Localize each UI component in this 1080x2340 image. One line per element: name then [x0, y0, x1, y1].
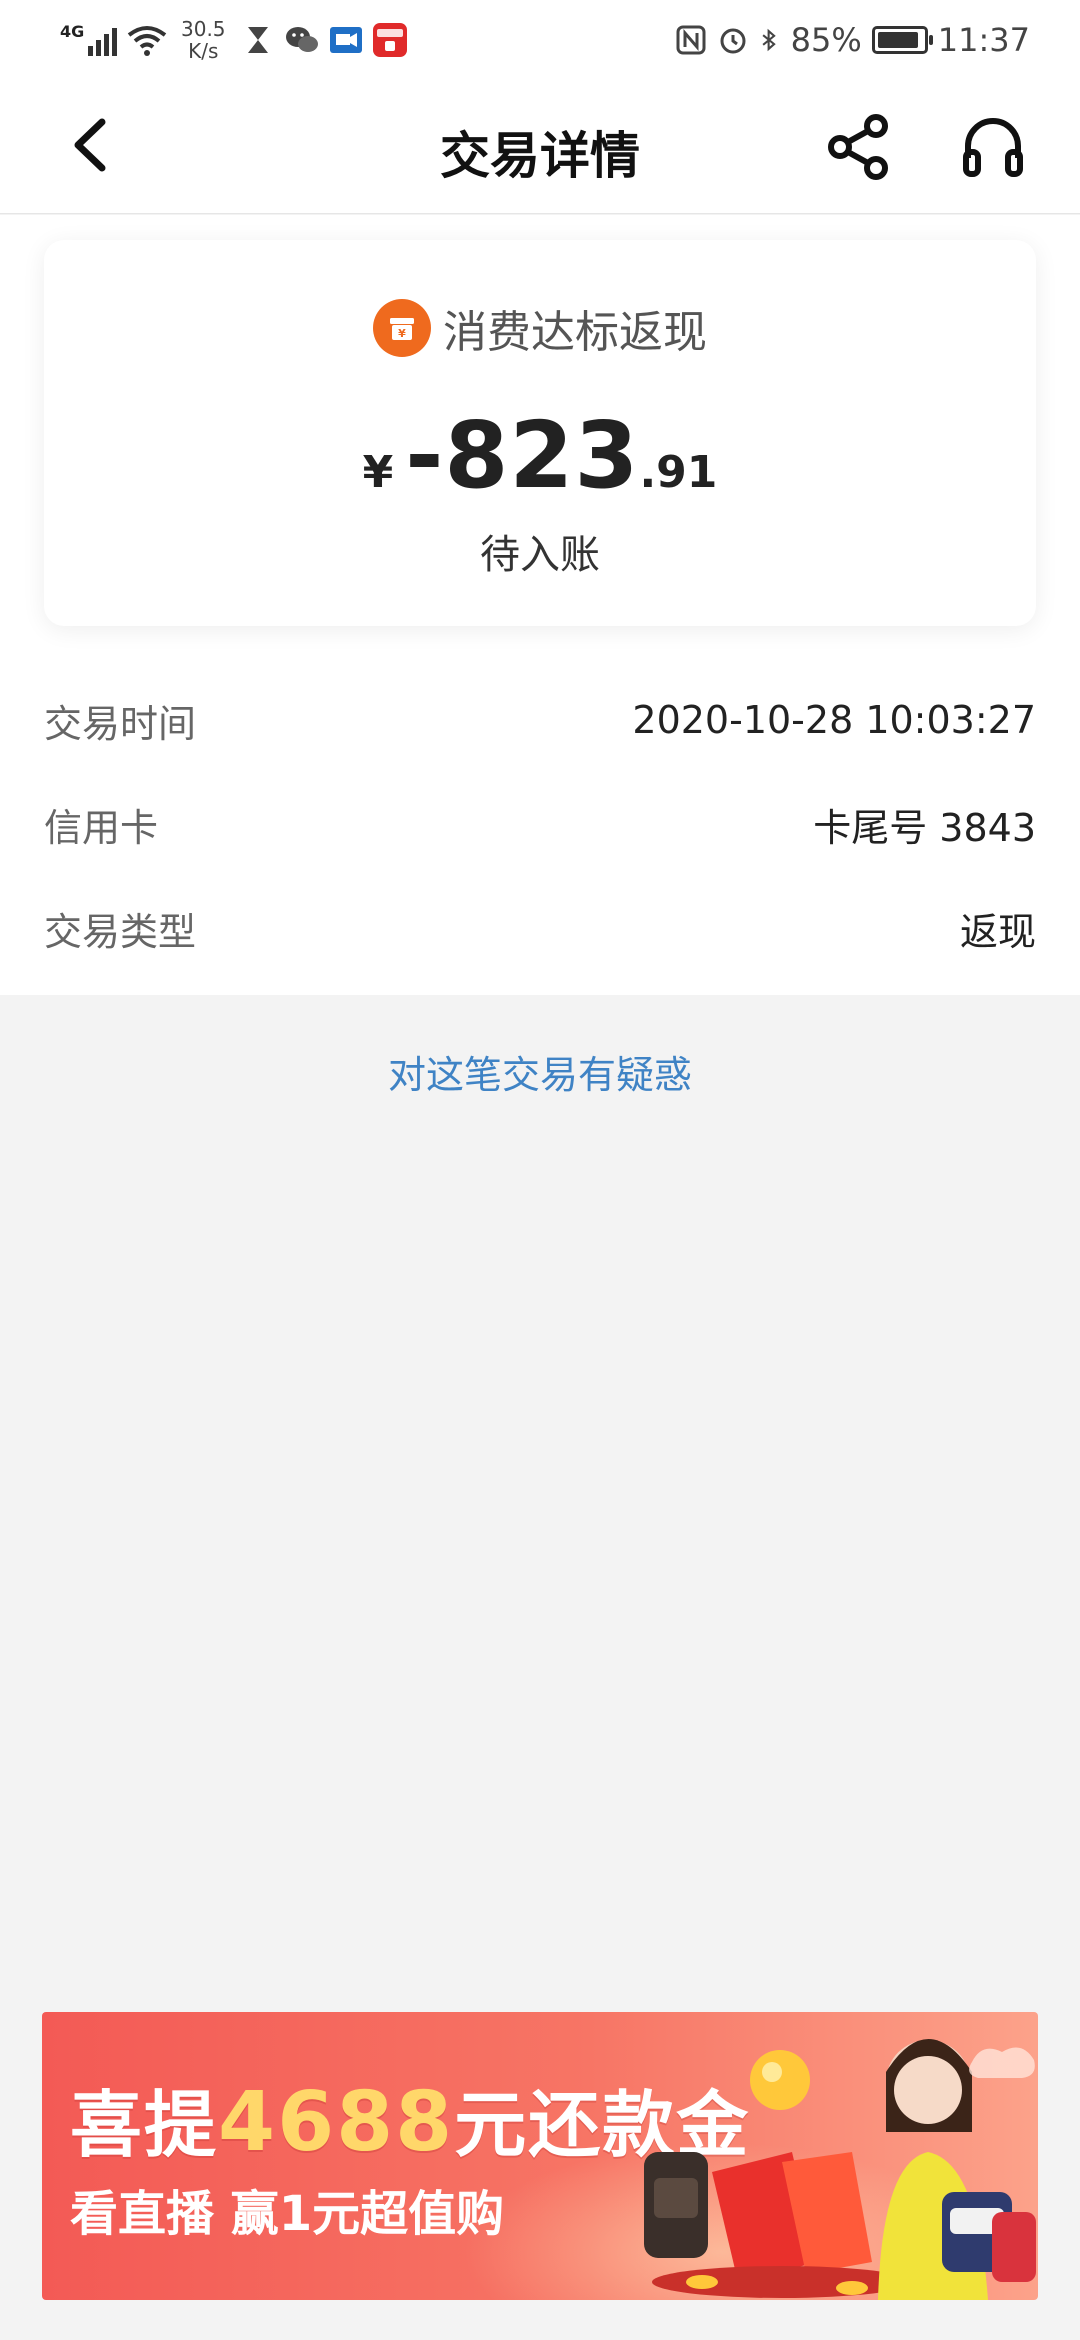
- detail-label: 交易类型: [44, 909, 197, 954]
- nfc-icon: [676, 25, 706, 55]
- battery-percent: 85%: [790, 21, 862, 59]
- network-speed: 30.5 K/s: [177, 18, 229, 62]
- signal-icon: [88, 24, 118, 56]
- transaction-status: 待入账: [480, 532, 600, 578]
- amount-decimal: .91: [639, 447, 718, 498]
- status-left: 4G 30.5 K/s: [60, 18, 417, 62]
- detail-value: 返现: [959, 909, 1036, 954]
- transaction-category: 消费达标返现: [443, 307, 707, 358]
- banner-title-prefix: 喜提: [70, 2083, 219, 2167]
- clock: 11:37: [937, 21, 1030, 59]
- currency-symbol: ¥: [362, 447, 394, 498]
- detail-label: 信用卡: [44, 805, 159, 850]
- banner-title-number: 4688: [218, 2075, 455, 2170]
- detail-row-card: 信用卡 卡尾号 3843: [44, 794, 1036, 854]
- detail-value: 卡尾号 3843: [813, 805, 1036, 850]
- bluetooth-icon: [762, 28, 776, 52]
- speed-value: 30.5: [181, 17, 226, 41]
- detail-value: 2020-10-28 10:03:27: [632, 698, 1036, 742]
- status-right: 85% 11:37: [675, 18, 1030, 62]
- banner-illustration: [644, 2039, 1036, 2300]
- detail-label: 交易时间: [44, 701, 197, 746]
- status-bar: 4G 30.5 K/s 85% 11:37: [0, 0, 1080, 80]
- amount-integer: -823: [405, 402, 640, 509]
- network-type: 4G: [60, 22, 85, 41]
- video-app-icon: [329, 23, 363, 57]
- wifi-icon: [128, 26, 167, 56]
- headset-icon[interactable]: [960, 114, 1026, 180]
- banner-subtitle: 看直播 赢1元超值购: [70, 2186, 505, 2242]
- wechat-icon: [285, 23, 319, 57]
- cashback-icon: ¥: [373, 299, 431, 357]
- svg-text:¥: ¥: [398, 327, 406, 340]
- dispute-link[interactable]: 对这笔交易有疑惑: [0, 1044, 1080, 1099]
- detail-row-time: 交易时间 2020-10-28 10:03:27: [44, 690, 1036, 750]
- category-row: ¥ 消费达标返现: [44, 296, 1036, 360]
- transaction-amount: ¥ -823 .91: [44, 402, 1036, 509]
- hourglass-icon: [241, 23, 275, 57]
- page-title: 交易详情: [440, 127, 640, 185]
- promo-banner[interactable]: 喜提4688元还款金 看直播 赢1元超值购: [42, 2012, 1038, 2300]
- transaction-detail-screen: 4G 30.5 K/s 85% 11:37 交易详情 ¥ 消费达标返现 ¥ -8…: [0, 0, 1080, 2340]
- battery-icon: [871, 26, 933, 54]
- nav-bar: 交易详情: [0, 80, 1080, 214]
- share-icon[interactable]: [826, 114, 892, 180]
- amount-card: ¥ 消费达标返现 ¥ -823 .91 待入账: [44, 240, 1036, 626]
- detail-row-type: 交易类型 返现: [44, 898, 1036, 958]
- speed-unit: K/s: [188, 39, 219, 63]
- alarm-icon: [720, 28, 746, 54]
- shopping-app-icon: [373, 23, 408, 57]
